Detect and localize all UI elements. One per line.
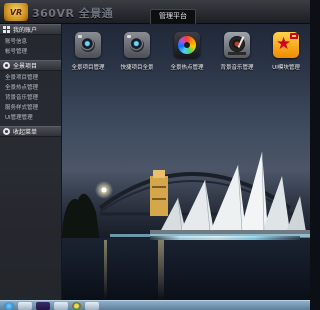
app-label: UI模块管理 bbox=[272, 65, 300, 71]
section-label: 我的账户 bbox=[13, 27, 38, 34]
taskbar-premiere-button[interactable] bbox=[36, 301, 50, 310]
app-quick-project[interactable]: 快捷项目全景 bbox=[112, 32, 162, 71]
app-hotspot-manage[interactable]: 全景热点管理 bbox=[162, 32, 212, 71]
app-music-manage[interactable]: 背景音乐管理 bbox=[212, 32, 262, 71]
sidebar: 我的账户 账号信息 帐号管理 全景项目 全景项目管理 全景热点管理 背景音乐管理… bbox=[0, 24, 62, 300]
sidebar-item-project-manage[interactable]: 全景项目管理 bbox=[0, 73, 61, 83]
app-logo[interactable]: VR bbox=[4, 3, 28, 21]
settings-circle-icon bbox=[3, 128, 10, 135]
tab-management-platform[interactable]: 管理平台 bbox=[150, 9, 196, 24]
start-button[interactable] bbox=[4, 301, 14, 310]
app-label: 全景项目管理 bbox=[71, 65, 105, 71]
sidebar-item-account-info[interactable]: 账号信息 bbox=[0, 37, 61, 47]
taskbar-app-button[interactable] bbox=[85, 301, 99, 310]
sidebar-item-account-manage[interactable]: 帐号管理 bbox=[0, 47, 61, 57]
app-label: 快捷项目全景 bbox=[120, 65, 154, 71]
camera-icon bbox=[75, 32, 101, 58]
camera-icon bbox=[124, 32, 150, 58]
grid-icon bbox=[3, 26, 10, 33]
star-icon: ★ bbox=[273, 32, 299, 58]
section-label: 收起菜单 bbox=[13, 129, 38, 136]
app-ui-module-manage[interactable]: ★ UI模块管理 bbox=[261, 32, 311, 71]
light-reflection bbox=[104, 240, 107, 300]
sidebar-section-projects[interactable]: 全景项目 bbox=[0, 60, 61, 71]
sidebar-collapse-menu[interactable]: 收起菜单 bbox=[0, 126, 61, 137]
app-label: 背景音乐管理 bbox=[220, 65, 254, 71]
light-reflection bbox=[158, 240, 164, 300]
section-label: 全景项目 bbox=[13, 63, 38, 70]
app-project-manage[interactable]: 全景项目管理 bbox=[63, 32, 113, 71]
color-wheel-icon bbox=[174, 32, 200, 58]
sidebar-item-ui-manage[interactable]: UI管理管理 bbox=[0, 113, 61, 123]
turntable-icon bbox=[224, 32, 250, 58]
sidebar-section-account[interactable]: 我的账户 bbox=[0, 24, 61, 35]
app-title: 360VR 全景通 bbox=[32, 7, 114, 20]
top-bar: VR 360VR 全景通 管理平台 bbox=[0, 0, 310, 24]
logo-text: VR bbox=[9, 7, 23, 17]
sidebar-item-music-manage[interactable]: 背景音乐管理 bbox=[0, 93, 61, 103]
app-label: 全景热点管理 bbox=[170, 65, 204, 71]
sidebar-item-style-manage[interactable]: 服务样式管理 bbox=[0, 103, 61, 113]
settings-circle-icon bbox=[3, 62, 10, 69]
os-taskbar bbox=[0, 300, 310, 310]
shore-lights bbox=[150, 236, 300, 240]
taskbar-app-button[interactable] bbox=[54, 301, 68, 310]
sidebar-item-hotspot-manage[interactable]: 全景热点管理 bbox=[0, 83, 61, 93]
taskbar-app-button[interactable] bbox=[18, 301, 32, 310]
taskbar-chrome-button[interactable] bbox=[72, 301, 81, 310]
